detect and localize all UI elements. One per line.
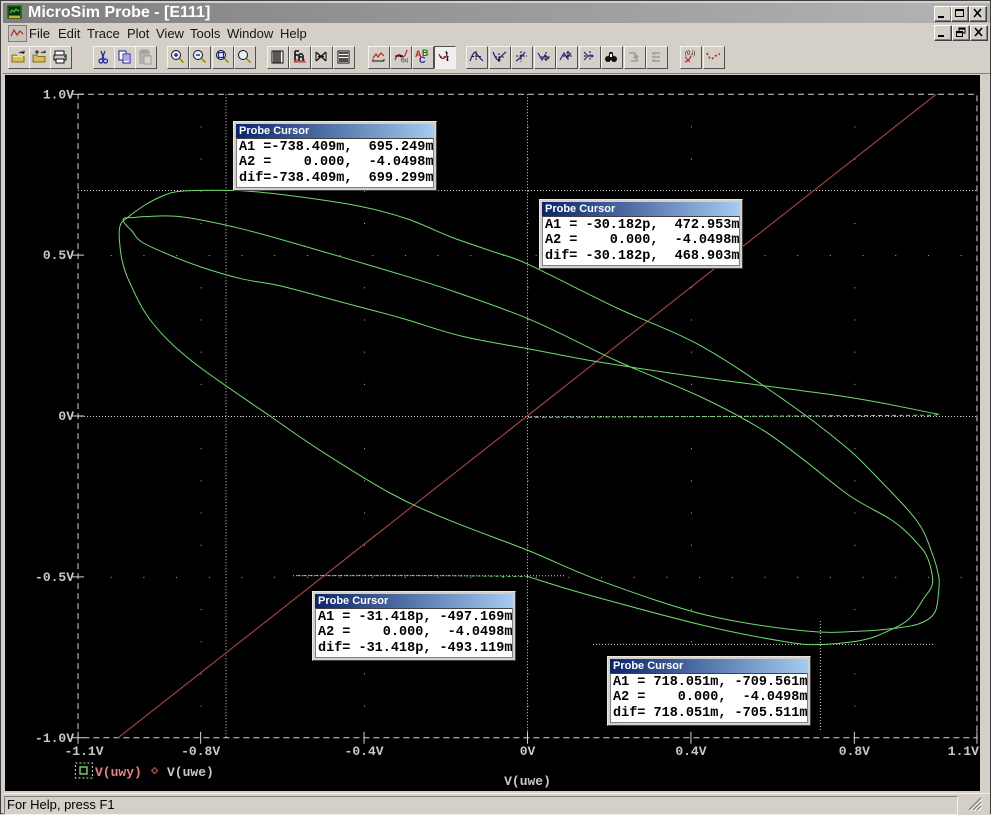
svg-text:1.1V: 1.1V	[948, 744, 979, 759]
svg-text:V(uwy): V(uwy)	[95, 765, 142, 780]
svg-text:0.4V: 0.4V	[675, 744, 706, 759]
svg-text:-0.5V: -0.5V	[35, 570, 74, 585]
svg-text:V(uwe): V(uwe)	[167, 765, 214, 780]
svg-text:-0.4V: -0.4V	[345, 744, 384, 759]
svg-text:1.0V: 1.0V	[43, 87, 74, 102]
svg-text:0V: 0V	[58, 409, 74, 424]
svg-text:0.5V: 0.5V	[43, 248, 74, 263]
svg-text:0.8V: 0.8V	[839, 744, 870, 759]
svg-text:-1.1V: -1.1V	[64, 744, 103, 759]
svg-text:(0,i): (0,i)	[685, 51, 695, 57]
svg-text:-0.8V: -0.8V	[181, 744, 220, 759]
svg-text:V(uwe): V(uwe)	[504, 774, 551, 789]
svg-text:f(x): f(x)	[401, 58, 409, 64]
svg-text:0V: 0V	[520, 744, 536, 759]
svg-text:C: C	[419, 55, 426, 65]
